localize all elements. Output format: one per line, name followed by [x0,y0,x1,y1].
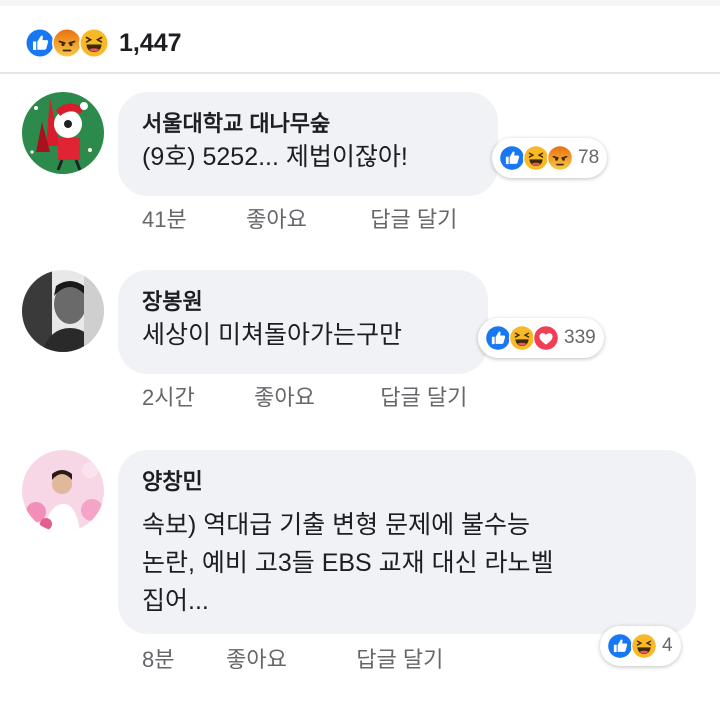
comment-text-line: 집어... [142,587,209,615]
comment-time[interactable]: 8분 [142,642,220,674]
comment-text: 세상이 미쳐돌아가는구만 [142,316,402,354]
like-link[interactable]: 좋아요 [254,380,374,412]
comment-bubble[interactable]: 양창민 속보) 역대급 기출 변형 문제에 불수능 논란, 예비 고3들 EBS… [118,450,696,634]
comment-bubble[interactable]: 서울대학교 대나무숲 (9호) 5252... 제법이잖아! [118,92,498,196]
comment-reactions[interactable]: 4 [600,626,681,666]
like-link[interactable]: 좋아요 [246,202,364,234]
comment-text-line: 논란, 예비 고3들 EBS 교재 대신 라노벨 [142,549,554,577]
comment-actions: 2시간 좋아요 답글 달기 [142,380,467,412]
reaction-count[interactable]: 1,447 [119,29,182,58]
comment-reaction-count: 78 [578,147,600,168]
comment-reactions[interactable]: 78 [492,138,608,178]
comment-author[interactable]: 서울대학교 대나무숲 [142,106,330,138]
comment-reaction-count: 4 [662,635,673,656]
comment-author[interactable]: 장봉원 [142,284,203,316]
comment-author[interactable]: 양창민 [142,464,203,496]
comment-time[interactable]: 41분 [142,202,240,234]
comment-time[interactable]: 2시간 [142,380,248,412]
comment-reactions[interactable]: 339 [478,318,604,358]
avatar-image [22,92,104,174]
haha-icon [630,632,658,660]
comment-text: (9호) 5252... 제법이잖아! [142,138,408,176]
love-icon [532,324,560,352]
comment-bubble[interactable]: 장봉원 세상이 미쳐돌아가는구만 [118,270,488,374]
comment-actions: 8분 좋아요 답글 달기 [142,642,443,674]
reply-link[interactable]: 답글 달기 [380,380,467,412]
top-border [0,0,720,6]
angry-icon [546,144,574,172]
divider [0,72,720,74]
comment-reaction-count: 339 [564,327,596,348]
comment-text-line: (9호) 5252... 제법이잖아! [142,143,408,171]
avatar[interactable] [22,92,104,174]
avatar[interactable] [22,270,104,352]
avatar-image [22,450,104,532]
haha-icon [78,27,110,59]
reply-link[interactable]: 답글 달기 [356,642,443,674]
comment-text: 속보) 역대급 기출 변형 문제에 불수능 논란, 예비 고3들 EBS 교재 … [142,506,554,620]
reply-link[interactable]: 답글 달기 [370,202,457,234]
comment-text-line: 세상이 미쳐돌아가는구만 [142,321,402,349]
like-link[interactable]: 좋아요 [226,642,350,674]
post-reaction-summary[interactable]: 1,447 [24,26,182,60]
comment-text-line: 속보) 역대급 기출 변형 문제에 불수능 [142,511,531,539]
avatar[interactable] [22,450,104,532]
avatar-image [22,270,104,352]
comment-actions: 41분 좋아요 답글 달기 [142,202,457,234]
